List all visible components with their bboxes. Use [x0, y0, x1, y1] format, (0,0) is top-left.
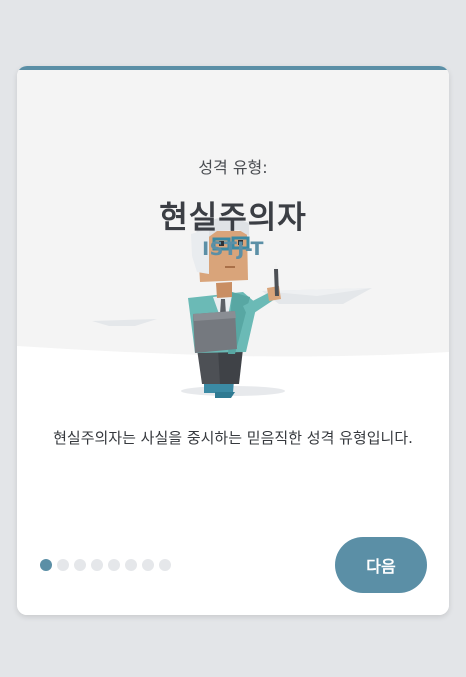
next-button-label: 다음 — [366, 557, 396, 576]
description: 현실주의자는 사실을 중시하는 믿음직한 성격 유형입니다. — [53, 429, 413, 447]
pagination-dots — [40, 559, 171, 571]
character-with-pen-and-book-icon — [181, 216, 285, 398]
subtitle: 성격 유형: — [198, 158, 268, 177]
page-dot-3[interactable] — [74, 559, 86, 571]
type-code: ISTJ-T — [202, 238, 264, 260]
page-title: 현실주의자 — [159, 200, 307, 236]
next-button[interactable]: 다음 — [335, 537, 427, 593]
personality-card: 성격 유형: 현실주의자 ISTJ-T — [17, 66, 449, 615]
page-dot-8[interactable] — [159, 559, 171, 571]
page-dot-2[interactable] — [57, 559, 69, 571]
page-dot-4[interactable] — [91, 559, 103, 571]
page-dot-1[interactable] — [40, 559, 52, 571]
page-dot-7[interactable] — [142, 559, 154, 571]
page-dot-6[interactable] — [125, 559, 137, 571]
page-dot-5[interactable] — [108, 559, 120, 571]
